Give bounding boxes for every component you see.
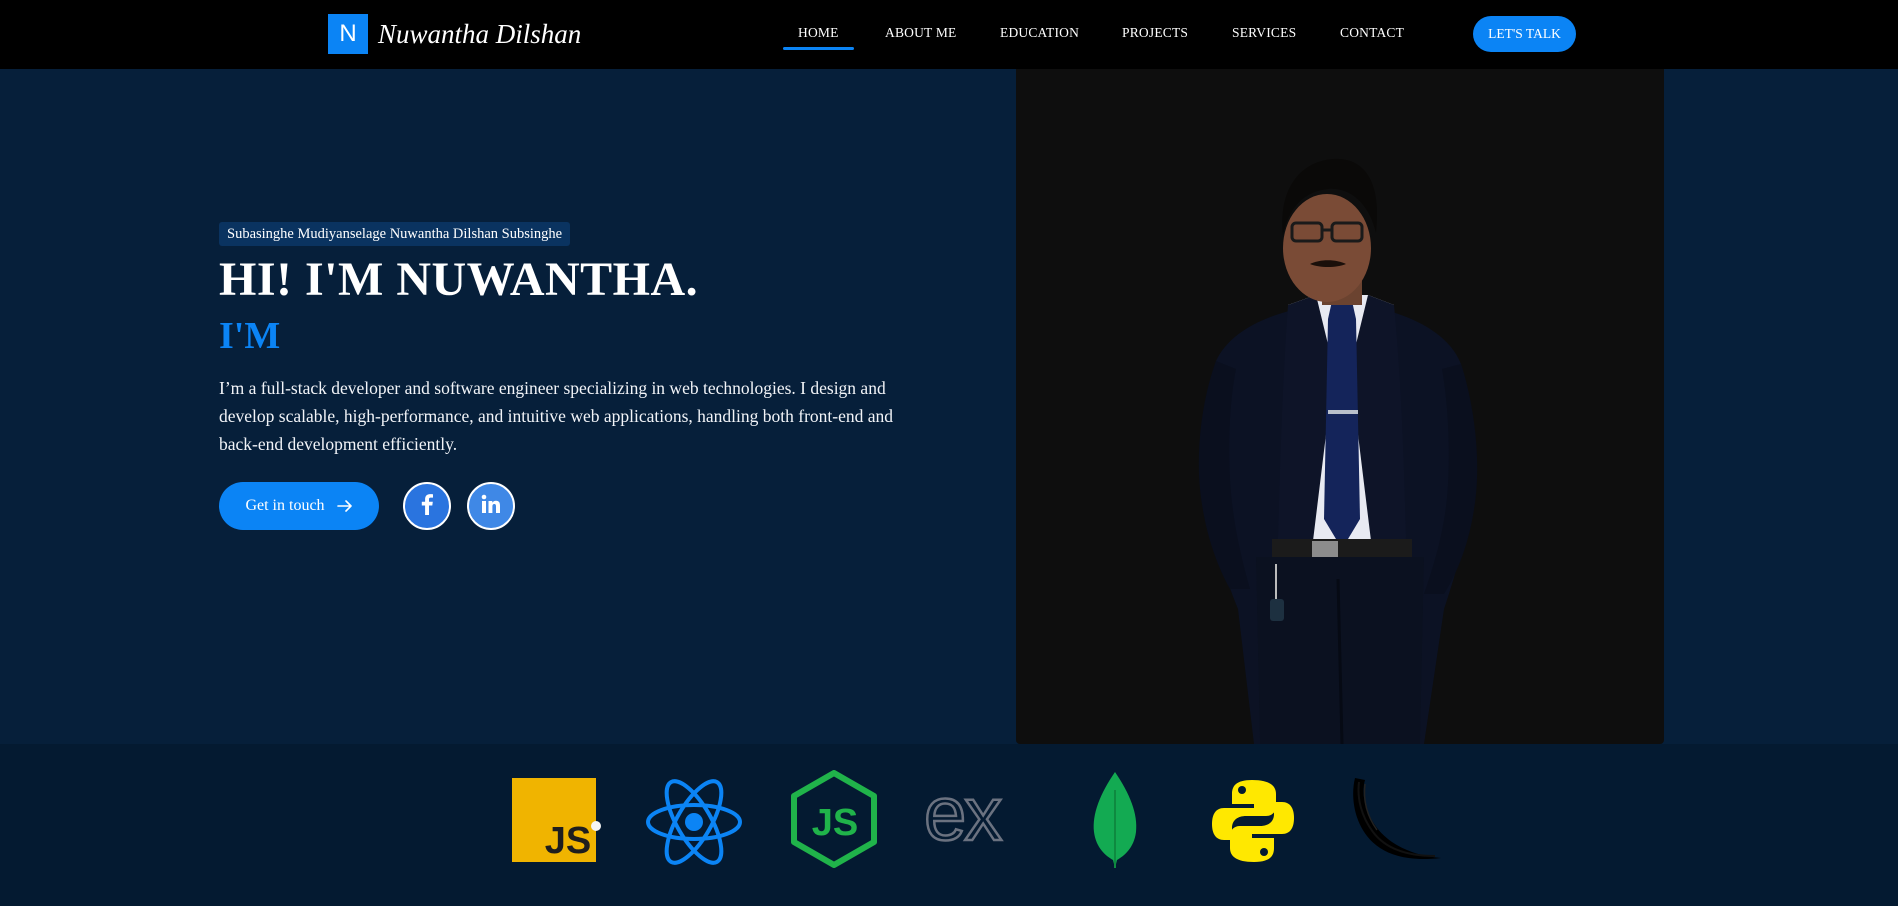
full-name-badge: Subasinghe Mudiyanselage Nuwantha Dilsha…: [219, 222, 571, 246]
facebook-link[interactable]: [403, 482, 451, 530]
portrait-photo: [1198, 158, 1478, 744]
javascript-icon: JS: [512, 778, 601, 862]
nav-item-services[interactable]: SERVICES: [1232, 25, 1296, 41]
top-navbar: N Nuwantha Dilshan HOME ABOUT ME EDUCATI…: [0, 0, 1898, 69]
hero-title: HI! I'M NUWANTHA.: [219, 253, 699, 306]
get-in-touch-button[interactable]: Get in touch: [219, 482, 379, 530]
nav-item-projects[interactable]: PROJECTS: [1122, 25, 1188, 41]
hero-description: I’m a full-stack developer and software …: [219, 378, 894, 454]
nav-item-education[interactable]: EDUCATION: [1000, 25, 1079, 41]
flask-icon: [1353, 778, 1441, 860]
hero-subtitle: I'M: [219, 315, 281, 357]
python-icon: [1212, 780, 1294, 862]
svg-text:JS: JS: [545, 820, 591, 862]
svg-text:ex: ex: [924, 784, 1002, 852]
express-icon: ex: [924, 784, 1006, 852]
nodejs-icon: JS: [791, 770, 877, 868]
react-icon: [646, 779, 742, 865]
facebook-icon: [420, 493, 434, 520]
tech-stack-strip: JS JS ex: [0, 744, 1898, 906]
get-in-touch-label: Get in touch: [245, 497, 325, 514]
nav-item-contact[interactable]: CONTACT: [1340, 25, 1404, 41]
linkedin-icon: [481, 494, 501, 519]
main-nav: HOME ABOUT ME EDUCATION PROJECTS SERVICE…: [0, 0, 1898, 69]
mongodb-icon: [1093, 772, 1137, 868]
nav-item-about-me[interactable]: ABOUT ME: [885, 25, 956, 41]
lets-talk-button[interactable]: LET'S TALK: [1473, 16, 1576, 52]
svg-text:JS: JS: [812, 802, 858, 844]
nav-item-home[interactable]: HOME: [783, 25, 853, 50]
linkedin-link[interactable]: [467, 482, 515, 530]
arrow-right-icon: [336, 500, 353, 512]
hero-photo-panel: [1016, 69, 1664, 744]
